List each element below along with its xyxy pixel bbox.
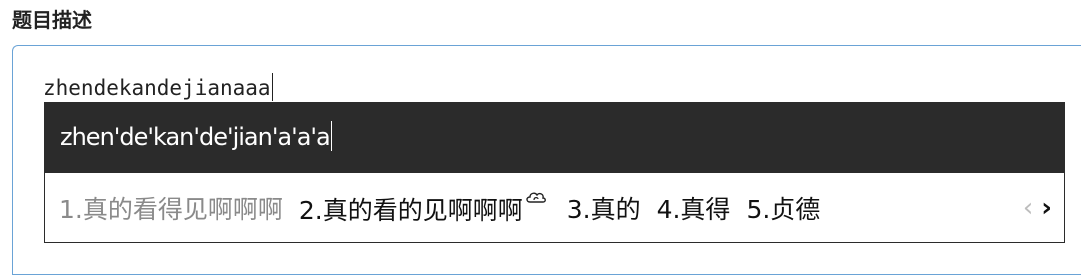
- candidate-2[interactable]: 2.真的看的见啊啊啊: [299, 189, 551, 227]
- cloud-icon: [525, 189, 547, 205]
- chevron-right-icon[interactable]: ›: [1041, 195, 1052, 221]
- editor-text-line[interactable]: zhendekandejianaaa: [43, 73, 273, 103]
- candidate-3[interactable]: 3.真的: [567, 190, 641, 226]
- ime-popup: zhen'de'kan'de'jian'a'a'a 1.真的看得见啊啊啊 2.真…: [44, 102, 1065, 243]
- candidate-4[interactable]: 4.真得: [657, 190, 731, 226]
- candidate-1[interactable]: 1.真的看得见啊啊啊: [59, 190, 283, 226]
- text-caret: [271, 73, 273, 101]
- ime-composition-bar: zhen'de'kan'de'jian'a'a'a: [44, 102, 1065, 172]
- candidate-5[interactable]: 5.贞德: [746, 190, 820, 226]
- section-title: 题目描述: [12, 8, 92, 32]
- composition-caret: [330, 121, 332, 151]
- chevron-left-icon[interactable]: ‹: [1023, 195, 1033, 221]
- candidate-pager: ‹ ›: [1023, 173, 1052, 242]
- editor-text: zhendekandejianaaa: [43, 76, 271, 100]
- candidate-2-label: 2.真的看的见啊啊啊: [298, 195, 523, 225]
- ime-candidate-list: 1.真的看得见啊啊啊 2.真的看的见啊啊啊 3.真的 4.真得 5.贞德 ‹ ›: [44, 172, 1065, 243]
- ime-composition-text: zhen'de'kan'de'jian'a'a'a: [60, 123, 331, 151]
